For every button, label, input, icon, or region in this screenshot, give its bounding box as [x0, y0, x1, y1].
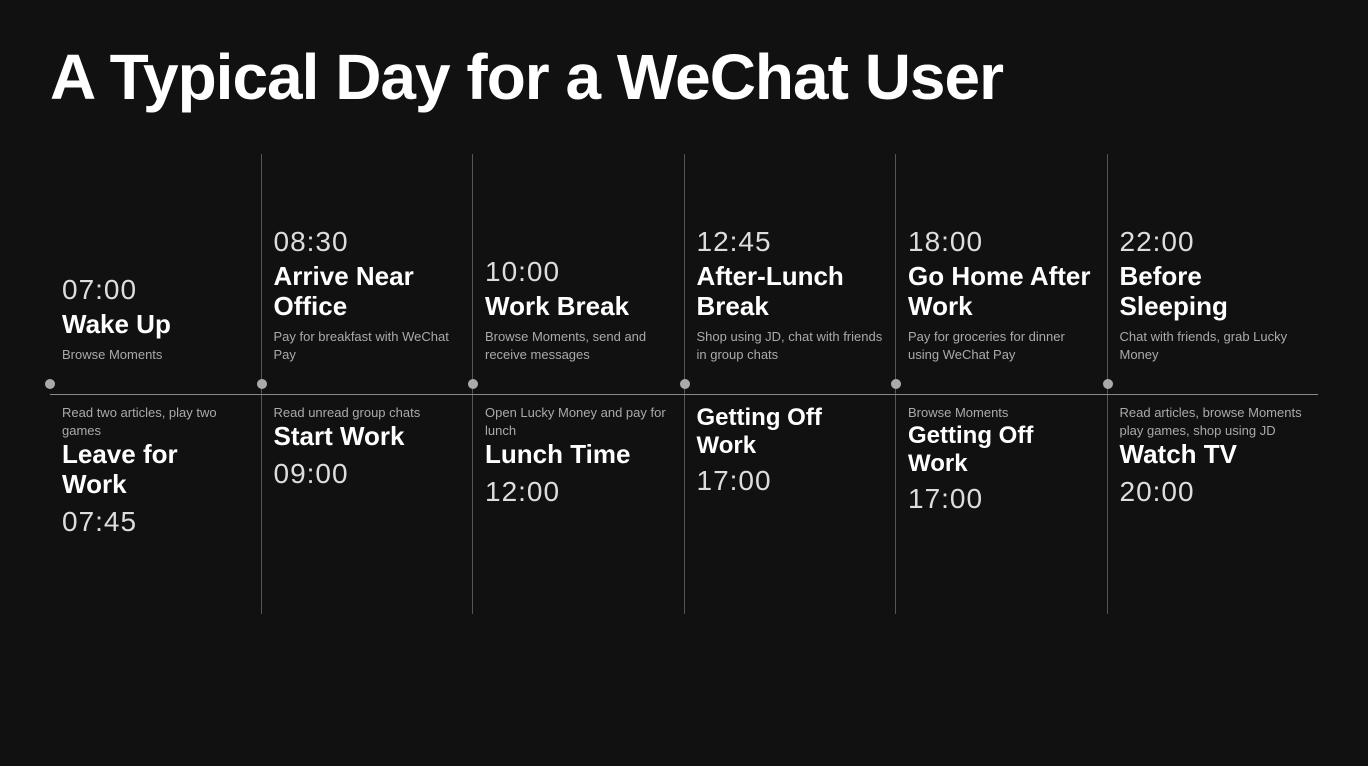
top-section-3: 10:00 Work Break Browse Moments, send an…	[473, 154, 684, 384]
time-1-top: 07:00	[62, 274, 249, 306]
timeline-wrapper: 07:00 Wake Up Browse Moments Read two ar…	[0, 154, 1368, 614]
time-4-bottom: 17:00	[697, 465, 884, 497]
title-3-top: Work Break	[485, 292, 672, 322]
timeline-col-3: 10:00 Work Break Browse Moments, send an…	[472, 154, 684, 614]
time-5-top: 18:00	[908, 226, 1095, 258]
desc-3-bottom: Open Lucky Money and pay for lunch	[485, 404, 672, 440]
page-title: A Typical Day for a WeChat User	[0, 0, 1368, 144]
bottom-section-3: Open Lucky Money and pay for lunch Lunch…	[473, 384, 684, 614]
time-1-bottom: 07:45	[62, 506, 249, 538]
title-3-bottom: Lunch Time	[485, 440, 672, 470]
timeline-col-4: 12:45 After-Lunch Break Shop using JD, c…	[684, 154, 896, 614]
desc-4-top: Shop using JD, chat with friends in grou…	[697, 328, 884, 364]
desc-1-top: Browse Moments	[62, 346, 249, 364]
time-2-top: 08:30	[274, 226, 461, 258]
desc-1-bottom: Read two articles, play two games	[62, 404, 249, 440]
time-4-top: 12:45	[697, 226, 884, 258]
desc-5-bottom: Browse Moments	[908, 404, 1095, 422]
time-3-top: 10:00	[485, 256, 672, 288]
title-5-top: Go Home After Work	[908, 262, 1095, 322]
time-2-bottom: 09:00	[274, 458, 461, 490]
title-4-bottom: Getting Off Work	[697, 404, 884, 459]
bottom-section-6: Read articles, browse Moments play games…	[1108, 384, 1319, 614]
top-section-4: 12:45 After-Lunch Break Shop using JD, c…	[685, 154, 896, 384]
timeline-col-2: 08:30 Arrive Near Office Pay for breakfa…	[261, 154, 473, 614]
timeline-dot-6	[1103, 379, 1113, 389]
title-4-top: After-Lunch Break	[697, 262, 884, 322]
timeline-dot-3	[468, 379, 478, 389]
title-6-bottom: Watch TV	[1120, 440, 1307, 470]
title-1-top: Wake Up	[62, 310, 249, 340]
title-6-top: Before Sleeping	[1120, 262, 1307, 322]
desc-2-bottom: Read unread group chats	[274, 404, 461, 422]
top-section-5: 18:00 Go Home After Work Pay for groceri…	[896, 154, 1107, 384]
timeline-container: 07:00 Wake Up Browse Moments Read two ar…	[50, 154, 1318, 614]
time-6-top: 22:00	[1120, 226, 1307, 258]
desc-3-top: Browse Moments, send and receive message…	[485, 328, 672, 364]
desc-6-top: Chat with friends, grab Lucky Money	[1120, 328, 1307, 364]
timeline-col-5: 18:00 Go Home After Work Pay for groceri…	[895, 154, 1107, 614]
timeline-dot-4	[680, 379, 690, 389]
time-5-bottom: 17:00	[908, 483, 1095, 515]
desc-6-bottom: Read articles, browse Moments play games…	[1120, 404, 1307, 440]
time-3-bottom: 12:00	[485, 476, 672, 508]
timeline-col-1: 07:00 Wake Up Browse Moments Read two ar…	[50, 154, 261, 614]
timeline-col-6: 22:00 Before Sleeping Chat with friends,…	[1107, 154, 1319, 614]
bottom-section-2: Read unread group chats Start Work 09:00	[262, 384, 473, 614]
time-6-bottom: 20:00	[1120, 476, 1307, 508]
desc-5-top: Pay for groceries for dinner using WeCha…	[908, 328, 1095, 364]
title-1-bottom: Leave for Work	[62, 440, 249, 500]
title-5-bottom: Getting Off Work	[908, 422, 1095, 477]
top-section-2: 08:30 Arrive Near Office Pay for breakfa…	[262, 154, 473, 384]
top-section-6: 22:00 Before Sleeping Chat with friends,…	[1108, 154, 1319, 384]
top-section-1: 07:00 Wake Up Browse Moments	[50, 154, 261, 384]
title-2-top: Arrive Near Office	[274, 262, 461, 322]
timeline-dot-5	[891, 379, 901, 389]
timeline-dot-1	[45, 379, 55, 389]
bottom-section-4: Getting Off Work 17:00	[685, 384, 896, 614]
title-2-bottom: Start Work	[274, 422, 461, 452]
bottom-section-5: Browse Moments Getting Off Work 17:00	[896, 384, 1107, 614]
timeline-dot-2	[257, 379, 267, 389]
bottom-section-1: Read two articles, play two games Leave …	[50, 384, 261, 614]
desc-2-top: Pay for breakfast with WeChat Pay	[274, 328, 461, 364]
